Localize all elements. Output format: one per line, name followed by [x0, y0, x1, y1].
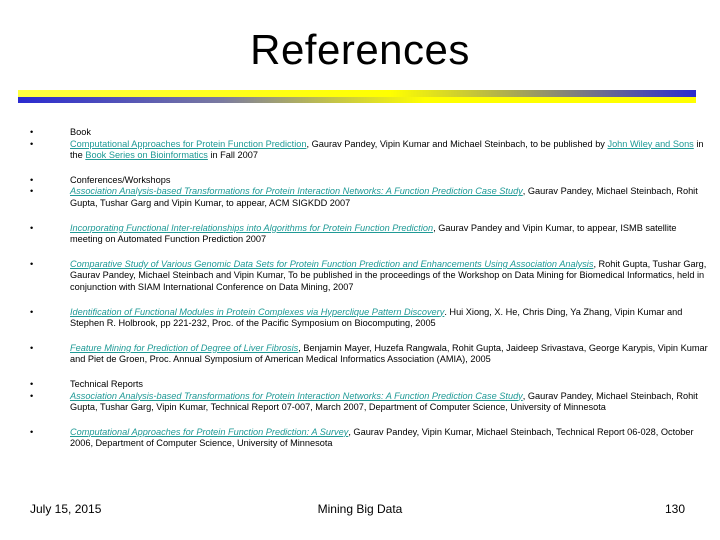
reference-link[interactable]: Incorporating Functional Inter-relations… — [70, 223, 433, 233]
reference-link[interactable]: Association Analysis-based Transformatio… — [70, 391, 523, 401]
bullet-icon: • — [30, 342, 34, 353]
reference-item: • Association Analysis-based Transformat… — [30, 186, 710, 209]
heading-text: Conferences/Workshops — [70, 174, 171, 185]
reference-item: • Computational Approaches for Protein F… — [30, 139, 710, 162]
reference-list: • Book • Computational Approaches for Pr… — [30, 127, 710, 450]
heading-text: Book — [70, 127, 91, 137]
bullet-icon: • — [30, 222, 34, 233]
reference-item: • Feature Mining for Prediction of Degre… — [30, 343, 710, 366]
reference-item: • Association Analysis-based Transformat… — [30, 391, 710, 414]
bullet-icon: • — [30, 390, 34, 401]
reference-link[interactable]: Computational Approaches for Protein Fun… — [70, 427, 348, 437]
reference-link[interactable]: Association Analysis-based Transformatio… — [70, 186, 523, 196]
section-heading-technical-reports: • Technical Reports — [30, 379, 710, 391]
reference-text: , Gaurav Pandey, Vipin Kumar and Michael… — [306, 138, 608, 149]
reference-item: • Identification of Functional Modules i… — [30, 307, 710, 330]
bullet-icon: • — [30, 127, 34, 137]
reference-item: • Computational Approaches for Protein F… — [30, 427, 710, 450]
bullet-icon: • — [30, 258, 34, 269]
reference-link[interactable]: Identification of Functional Modules in … — [70, 307, 444, 317]
reference-text: in Fall 2007 — [207, 150, 258, 161]
book-series-link[interactable]: Book Series on Bioinformatics — [85, 150, 208, 160]
bullet-icon: • — [30, 138, 34, 149]
bullet-icon: • — [30, 378, 34, 389]
bullet-icon: • — [30, 426, 34, 437]
divider-bottom-gradient — [18, 97, 696, 103]
slide-title: References — [250, 26, 470, 73]
page-number: 130 — [664, 502, 685, 516]
bullet-icon: • — [30, 186, 34, 197]
divider-top-gradient — [18, 90, 696, 97]
reference-link[interactable]: Computational Approaches for Protein Fun… — [70, 139, 306, 149]
footer-title: Mining Big Data — [317, 502, 403, 516]
section-heading-book: • Book — [30, 127, 710, 139]
publisher-link[interactable]: John Wiley and Sons — [607, 139, 693, 149]
reference-link[interactable]: Comparative Study of Various Genomic Dat… — [70, 259, 593, 269]
bullet-icon: • — [30, 174, 34, 185]
bullet-icon: • — [30, 306, 34, 317]
reference-link[interactable]: Feature Mining for Prediction of Degree … — [70, 343, 298, 353]
heading-text: Technical Reports — [70, 378, 144, 389]
section-heading-conferences: • Conferences/Workshops — [30, 175, 710, 187]
reference-item: • Comparative Study of Various Genomic D… — [30, 259, 710, 294]
reference-item: • Incorporating Functional Inter-relatio… — [30, 223, 710, 246]
